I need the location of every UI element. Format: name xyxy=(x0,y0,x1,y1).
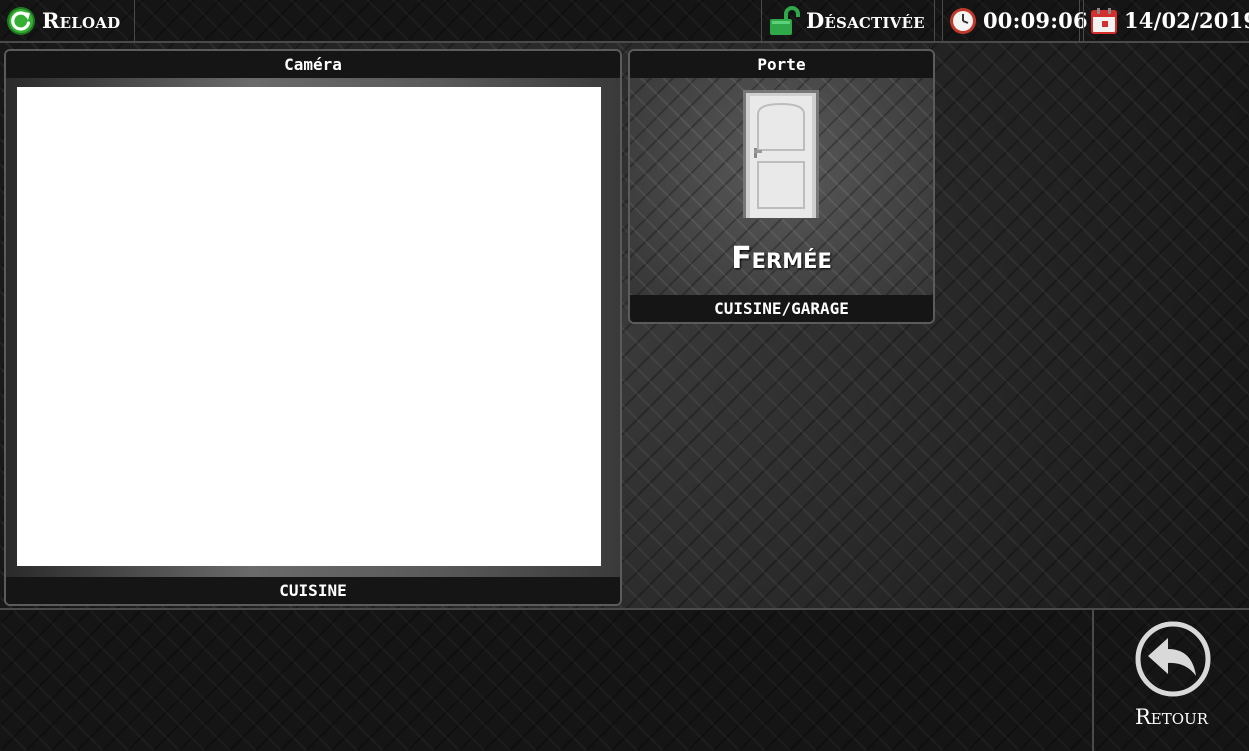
camera-panel-title: Caméra xyxy=(6,51,620,78)
door-location: CUISINE/GARAGE xyxy=(630,295,933,322)
clock: 00:09:06 xyxy=(942,0,1088,41)
time-value: 00:09:06 xyxy=(983,8,1088,33)
door-panel-title: Porte xyxy=(630,51,933,78)
closed-door-icon xyxy=(743,90,819,222)
alarm-status-label: Désactivée xyxy=(806,8,925,33)
back-arrow-icon xyxy=(1134,620,1212,702)
reload-label: Reload xyxy=(42,8,121,33)
reload-button[interactable]: Reload xyxy=(0,0,135,41)
door-panel[interactable]: Porte Fermée CUISINE/GARAGE xyxy=(628,49,935,324)
calendar-icon xyxy=(1090,7,1118,35)
camera-panel: Caméra CUISINE xyxy=(4,49,622,606)
camera-feed[interactable] xyxy=(17,87,601,566)
unlocked-padlock-icon xyxy=(768,5,800,36)
door-status-label: Fermée xyxy=(731,241,832,276)
clock-icon xyxy=(949,7,977,35)
top-bar: Reload Désactivée 00:09:06 14/02/2019 xyxy=(0,0,1249,43)
date-display: 14/02/2019 xyxy=(1083,0,1249,41)
door-status-area: Fermée xyxy=(630,78,933,295)
bottom-bar: Retour xyxy=(0,608,1249,751)
alarm-status[interactable]: Désactivée xyxy=(761,0,935,41)
camera-location: CUISINE xyxy=(6,577,620,604)
reload-icon xyxy=(6,6,36,36)
back-label: Retour xyxy=(1135,705,1208,729)
camera-feed-area xyxy=(6,78,620,577)
date-value: 14/02/2019 xyxy=(1124,8,1249,33)
back-button[interactable]: Retour xyxy=(1092,610,1249,751)
